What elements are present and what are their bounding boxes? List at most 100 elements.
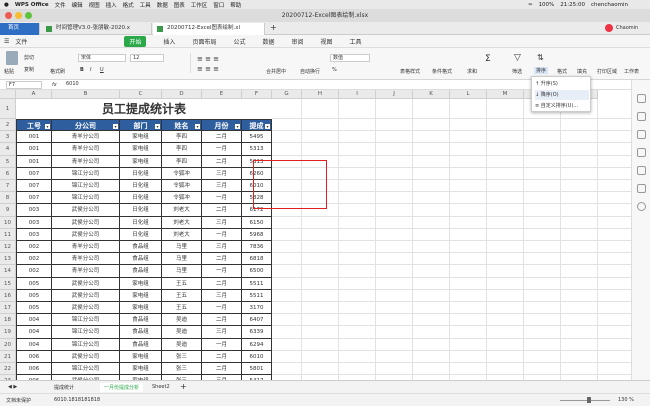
column-header-l[interactable]: L [450,90,487,99]
sort-icon[interactable]: ⇅ [537,53,544,62]
table-cell[interactable]: 6500 [242,265,272,278]
table-cell[interactable]: 三月 [202,180,242,193]
table-cell[interactable]: 王五 [162,302,202,315]
table-cell[interactable]: 日化组 [120,180,162,193]
sheet-tab-1[interactable]: 提成统计 [54,384,74,391]
file-tab-2[interactable]: 20200712-Excel图表绘制.xl [153,23,265,35]
menu-view[interactable]: 视图 [89,1,100,9]
table-cell[interactable]: 一月 [202,265,242,278]
table-cell[interactable]: 锦江分公司 [52,314,120,327]
sync-icon[interactable] [637,148,646,157]
menu-insert[interactable]: 插入 [106,1,117,9]
column-header-d[interactable]: D [162,90,202,99]
shape-icon[interactable] [637,130,646,139]
table-cell[interactable]: 青羊分公司 [52,253,120,266]
avatar[interactable] [605,24,613,32]
table-cell[interactable]: 一月 [202,302,242,315]
font-family-select[interactable]: 宋体 [78,54,126,62]
table-cell[interactable]: 家电组 [120,350,162,363]
table-cell[interactable]: 3170 [242,302,272,315]
column-title-3[interactable]: 部门 ▾ [120,119,162,132]
table-cell[interactable]: 李四 [162,155,202,168]
table-cell[interactable]: 6294 [242,338,272,351]
zoom-window-icon[interactable] [25,12,32,19]
format-button[interactable]: 格式 [557,68,567,75]
table-cell[interactable]: 青羊分公司 [52,143,120,156]
table-cell[interactable]: 武侯分公司 [52,350,120,363]
menu-edit[interactable]: 编辑 [72,1,83,9]
add-sheet-button[interactable]: + [180,382,187,391]
table-cell[interactable]: 5511 [242,289,272,302]
new-tab-button[interactable]: + [270,23,277,32]
tab-view[interactable]: 视图 [321,37,333,46]
table-cell[interactable]: 005 [16,302,52,315]
filter-icon[interactable]: ▽ [514,53,521,63]
wifi-icon[interactable]: ≈ [528,2,533,8]
table-cell[interactable]: 004 [16,314,52,327]
row-header-5[interactable]: 5 [0,155,16,168]
column-header-j[interactable]: J [376,90,413,99]
table-cell[interactable]: 家电组 [120,155,162,168]
column-title-6[interactable]: 提成 ▾ [242,119,272,132]
table-cell[interactable]: 004 [16,338,52,351]
table-cell[interactable]: 食品组 [120,241,162,254]
table-cell[interactable]: 7836 [242,241,272,254]
select-all-corner[interactable] [0,90,16,99]
column-title-1[interactable]: 工号 ▾ [16,119,52,132]
number-format-select[interactable]: 数值 [330,54,370,62]
menu-data[interactable]: 数据 [157,1,168,9]
table-cell[interactable]: 5968 [242,228,272,241]
table-cell[interactable]: 锦江分公司 [52,363,120,376]
table-cell[interactable]: 青羊分公司 [52,131,120,144]
italic-button[interactable]: I [90,67,91,73]
table-cell[interactable]: 武侯分公司 [52,289,120,302]
row-header-17[interactable]: 17 [0,302,16,315]
table-cell[interactable]: 武侯分公司 [52,216,120,229]
column-header-a[interactable]: A [16,90,52,99]
sort-descending-item[interactable]: ↓ 降序(O) [535,90,589,100]
table-cell[interactable]: 马里 [162,241,202,254]
table-cell[interactable]: 王五 [162,277,202,290]
table-cell[interactable]: 武侯分公司 [52,277,120,290]
table-cell[interactable]: 张三 [162,350,202,363]
format-painter-button[interactable]: 格式刷 [50,68,65,75]
table-cell[interactable]: 马里 [162,253,202,266]
table-cell[interactable]: 6407 [242,314,272,327]
table-cell[interactable]: 锦江分公司 [52,338,120,351]
table-cell[interactable]: 家电组 [120,363,162,376]
column-header-f[interactable]: F [242,90,272,99]
spreadsheet-grid[interactable]: ABCDEFGHIJKLMNO 123456789101112131415161… [0,90,650,380]
column-title-5[interactable]: 月份 ▾ [202,119,242,132]
column-title-4[interactable]: 姓名 ▾ [162,119,202,132]
table-cell[interactable]: 家电组 [120,143,162,156]
indent-icons[interactable]: ≡ ≡ ≡ [197,65,219,73]
merge-center-button[interactable]: 合并居中 [266,68,286,75]
close-window-icon[interactable] [5,12,12,19]
row-header-4[interactable]: 4 [0,143,16,156]
table-cell[interactable]: 马里 [162,265,202,278]
table-cell[interactable]: 二月 [202,314,242,327]
table-cell[interactable]: 004 [16,326,52,339]
table-cell[interactable]: 令狐冲 [162,180,202,193]
tab-review[interactable]: 审阅 [291,37,303,46]
table-cell[interactable]: 007 [16,192,52,205]
table-cell[interactable]: 家电组 [120,131,162,144]
filter-dropdown-icon[interactable]: ▾ [235,124,240,130]
column-header-g[interactable]: G [272,90,302,99]
zoom-level[interactable]: 130 % [618,397,634,403]
table-cell[interactable]: 二月 [202,277,242,290]
pointer-icon[interactable] [637,94,646,103]
table-cell[interactable]: 刘老大 [162,216,202,229]
table-cell[interactable]: 王五 [162,289,202,302]
table-cell[interactable]: 家电组 [120,302,162,315]
row-header-14[interactable]: 14 [0,265,16,278]
table-cell[interactable]: 锦江分公司 [52,167,120,180]
row-header-19[interactable]: 19 [0,326,16,339]
table-cell[interactable]: 武侯分公司 [52,302,120,315]
table-cell[interactable]: 食品组 [120,326,162,339]
nav-arrows-icon[interactable]: ◀ ▶ [8,384,17,390]
table-cell[interactable]: 吴迪 [162,314,202,327]
cut-button[interactable]: 剪切 [24,54,34,61]
sum-icon[interactable]: Σ [485,54,491,64]
username[interactable]: chenchaomin [591,2,628,8]
